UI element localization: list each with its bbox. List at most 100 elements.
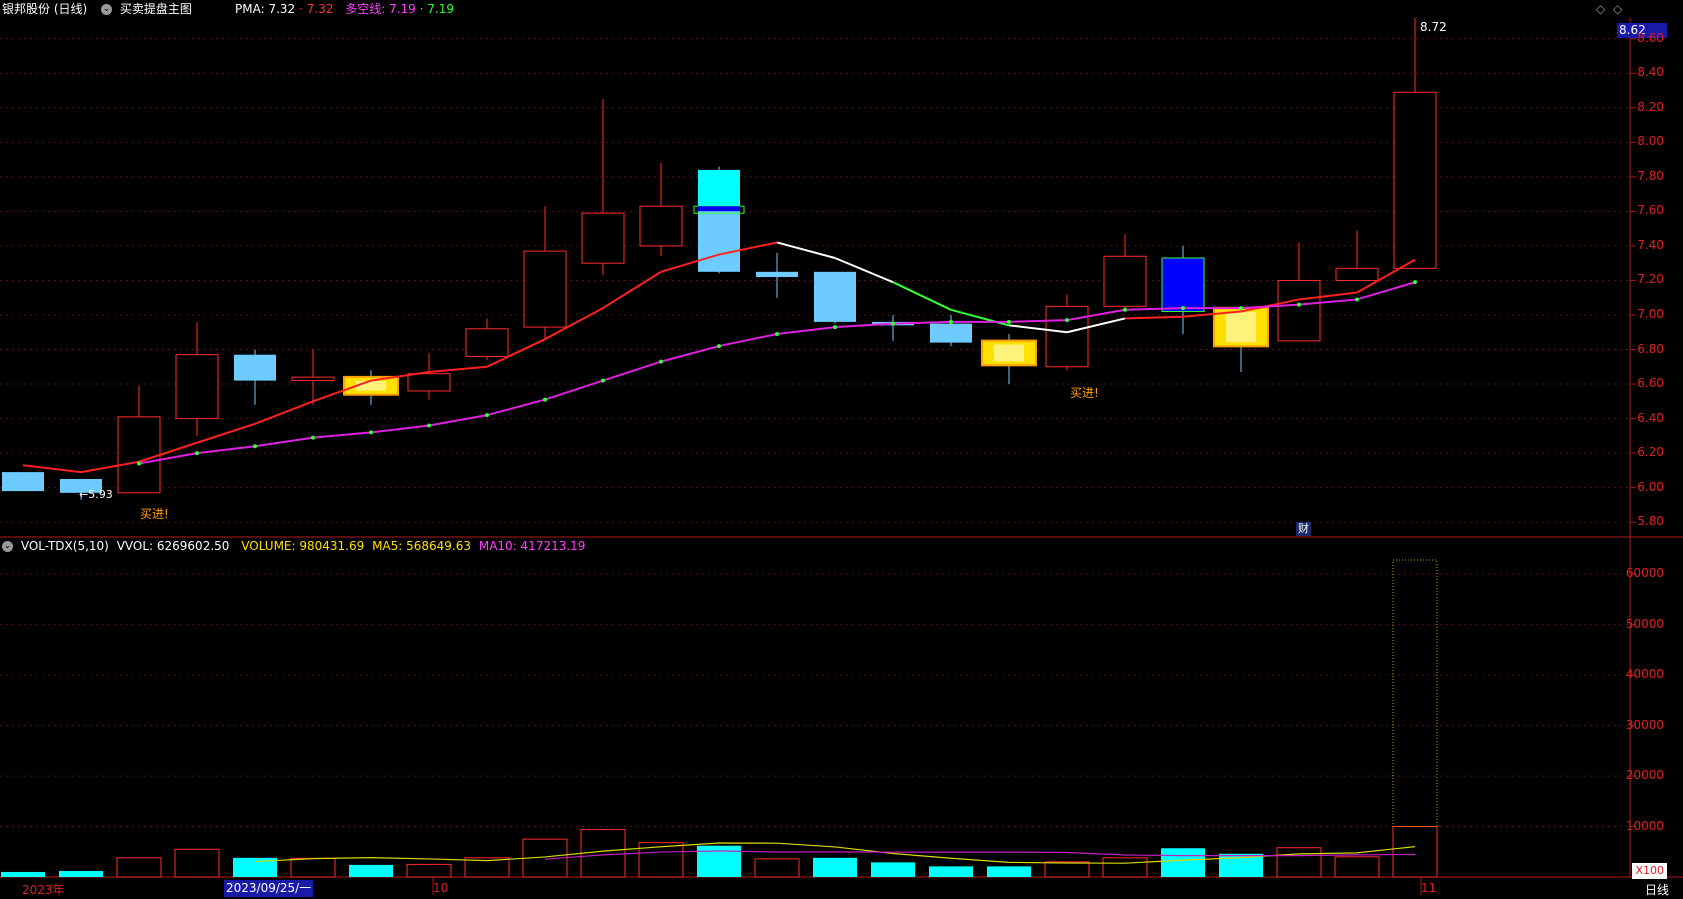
candle-body bbox=[465, 328, 509, 357]
dk-point bbox=[833, 325, 837, 330]
candle-body bbox=[407, 373, 451, 392]
dk-point bbox=[311, 435, 315, 440]
candle-body bbox=[1103, 255, 1147, 307]
dk-point bbox=[1239, 306, 1243, 311]
volume-bar bbox=[406, 863, 452, 878]
candle-body bbox=[756, 271, 798, 277]
volume-bar bbox=[1161, 848, 1205, 877]
dk-point bbox=[1181, 306, 1185, 311]
candle-body bbox=[639, 205, 683, 247]
volume-bar bbox=[116, 857, 162, 878]
volume-bar bbox=[1334, 856, 1380, 878]
volume-bar bbox=[871, 862, 915, 877]
low-label: ←5.93 bbox=[79, 488, 113, 501]
dk-point bbox=[601, 378, 605, 383]
dk-point bbox=[1413, 280, 1417, 285]
volume-bar bbox=[813, 857, 857, 877]
volume-tick-label: 50000 bbox=[1625, 616, 1664, 631]
candle-body bbox=[814, 271, 856, 322]
volume-bar bbox=[174, 848, 220, 878]
volume-bar-extended bbox=[1392, 559, 1438, 828]
pma-line-segment bbox=[776, 241, 836, 259]
dk-point bbox=[717, 344, 721, 349]
pma-line-segment bbox=[254, 400, 314, 425]
dk-value: 7.19 bbox=[427, 2, 454, 16]
candle-body bbox=[1045, 305, 1089, 368]
pma-line-segment bbox=[892, 281, 952, 311]
price-tick-label: 8.40 bbox=[1637, 65, 1664, 80]
dk-point bbox=[1123, 307, 1127, 312]
collapse-toggle-icon[interactable]: ⌄ bbox=[101, 4, 113, 15]
pma-line-segment bbox=[1124, 315, 1184, 320]
price-tick-label: 7.20 bbox=[1637, 272, 1664, 287]
price-tick-label: 6.40 bbox=[1637, 410, 1664, 425]
candle-highlight bbox=[356, 380, 386, 391]
volume-tick-label: 20000 bbox=[1625, 768, 1664, 783]
candle-body bbox=[291, 376, 335, 382]
price-tick-label: 5.80 bbox=[1637, 514, 1664, 529]
candle-body bbox=[2, 472, 44, 492]
candle-body bbox=[175, 354, 219, 420]
dk-point bbox=[775, 331, 779, 336]
buy-signal-2: 买进! bbox=[1070, 386, 1099, 400]
pma-line-segment bbox=[950, 308, 1010, 327]
candle-body bbox=[1393, 91, 1437, 269]
dk-point bbox=[1065, 318, 1069, 323]
indicator-name[interactable]: 买卖提盘主图 bbox=[120, 2, 192, 16]
price-tick-label: 6.00 bbox=[1637, 479, 1664, 494]
price-tick-label: 7.80 bbox=[1637, 168, 1664, 183]
price-tick-label: 7.60 bbox=[1637, 203, 1664, 218]
x-label-crosshair-date: 2023/09/25/一 bbox=[224, 880, 314, 897]
candle-body bbox=[581, 212, 625, 264]
candle-body bbox=[930, 323, 972, 343]
diamond-icon[interactable]: ◇ bbox=[1596, 2, 1605, 16]
volume-tick-label: 40000 bbox=[1625, 667, 1664, 682]
volume-bar bbox=[349, 864, 393, 877]
vol-ma10-line bbox=[544, 850, 1416, 860]
price-tick-label: 8.60 bbox=[1637, 30, 1664, 45]
price-tick-label: 6.60 bbox=[1637, 376, 1664, 391]
pma-label: PMA: 7.32 bbox=[235, 2, 296, 16]
dk-point bbox=[369, 430, 373, 435]
dk-point bbox=[949, 319, 953, 324]
candle-body bbox=[1277, 279, 1321, 342]
indicator-values: PMA: 7.32 · 7.32 多空线: 7.19 · 7.19 bbox=[235, 2, 454, 16]
ma10-value: MA10: 417213.19 bbox=[478, 539, 586, 553]
period-label[interactable]: 日线 bbox=[1645, 881, 1669, 898]
volume-tick-label: 30000 bbox=[1625, 717, 1664, 732]
finance-marker[interactable]: 财 bbox=[1296, 522, 1311, 536]
x-label-year: 2023年 bbox=[22, 883, 65, 897]
dk-point bbox=[485, 413, 489, 418]
dk-point bbox=[1297, 302, 1301, 307]
price-tick-label: 7.00 bbox=[1637, 306, 1664, 321]
pma-line-segment bbox=[22, 464, 82, 474]
collapse-toggle-icon[interactable]: ⌄ bbox=[2, 541, 13, 552]
pma-line-segment bbox=[602, 270, 662, 309]
volume-bar bbox=[1044, 861, 1090, 878]
candle-body bbox=[1161, 257, 1205, 313]
dk-point bbox=[891, 321, 895, 326]
buy-signal-1: 买进! bbox=[140, 507, 169, 521]
volume-unit: X100 bbox=[1632, 863, 1667, 879]
dk-point bbox=[1355, 297, 1359, 302]
volume-bar bbox=[929, 866, 973, 877]
dk-point bbox=[1007, 319, 1011, 324]
high-label: 8.72 bbox=[1420, 20, 1447, 34]
volume-bar bbox=[1, 871, 45, 877]
price-tick-label: 7.40 bbox=[1637, 237, 1664, 252]
candle-marker bbox=[698, 206, 740, 212]
vol-name[interactable]: VOL-TDX(5,10) bbox=[21, 539, 109, 553]
candle-highlight bbox=[994, 344, 1024, 362]
price-tick-label: 8.20 bbox=[1637, 99, 1664, 114]
stock-title[interactable]: 银邦股份 (日线) bbox=[2, 2, 87, 16]
dk-point bbox=[543, 397, 547, 402]
pma-value: 7.32 bbox=[306, 2, 334, 16]
volume-bar bbox=[1392, 826, 1438, 878]
candle-body bbox=[234, 354, 276, 381]
window-toggle-icon[interactable]: ◇ bbox=[1613, 2, 1622, 16]
x-label-nov: 11 bbox=[1421, 881, 1437, 895]
dk-point bbox=[427, 423, 431, 428]
main-header: 银邦股份 (日线) ⌄ 买卖提盘主图 bbox=[2, 0, 192, 18]
volume-bar bbox=[290, 857, 336, 878]
pma-line-segment bbox=[428, 365, 488, 373]
